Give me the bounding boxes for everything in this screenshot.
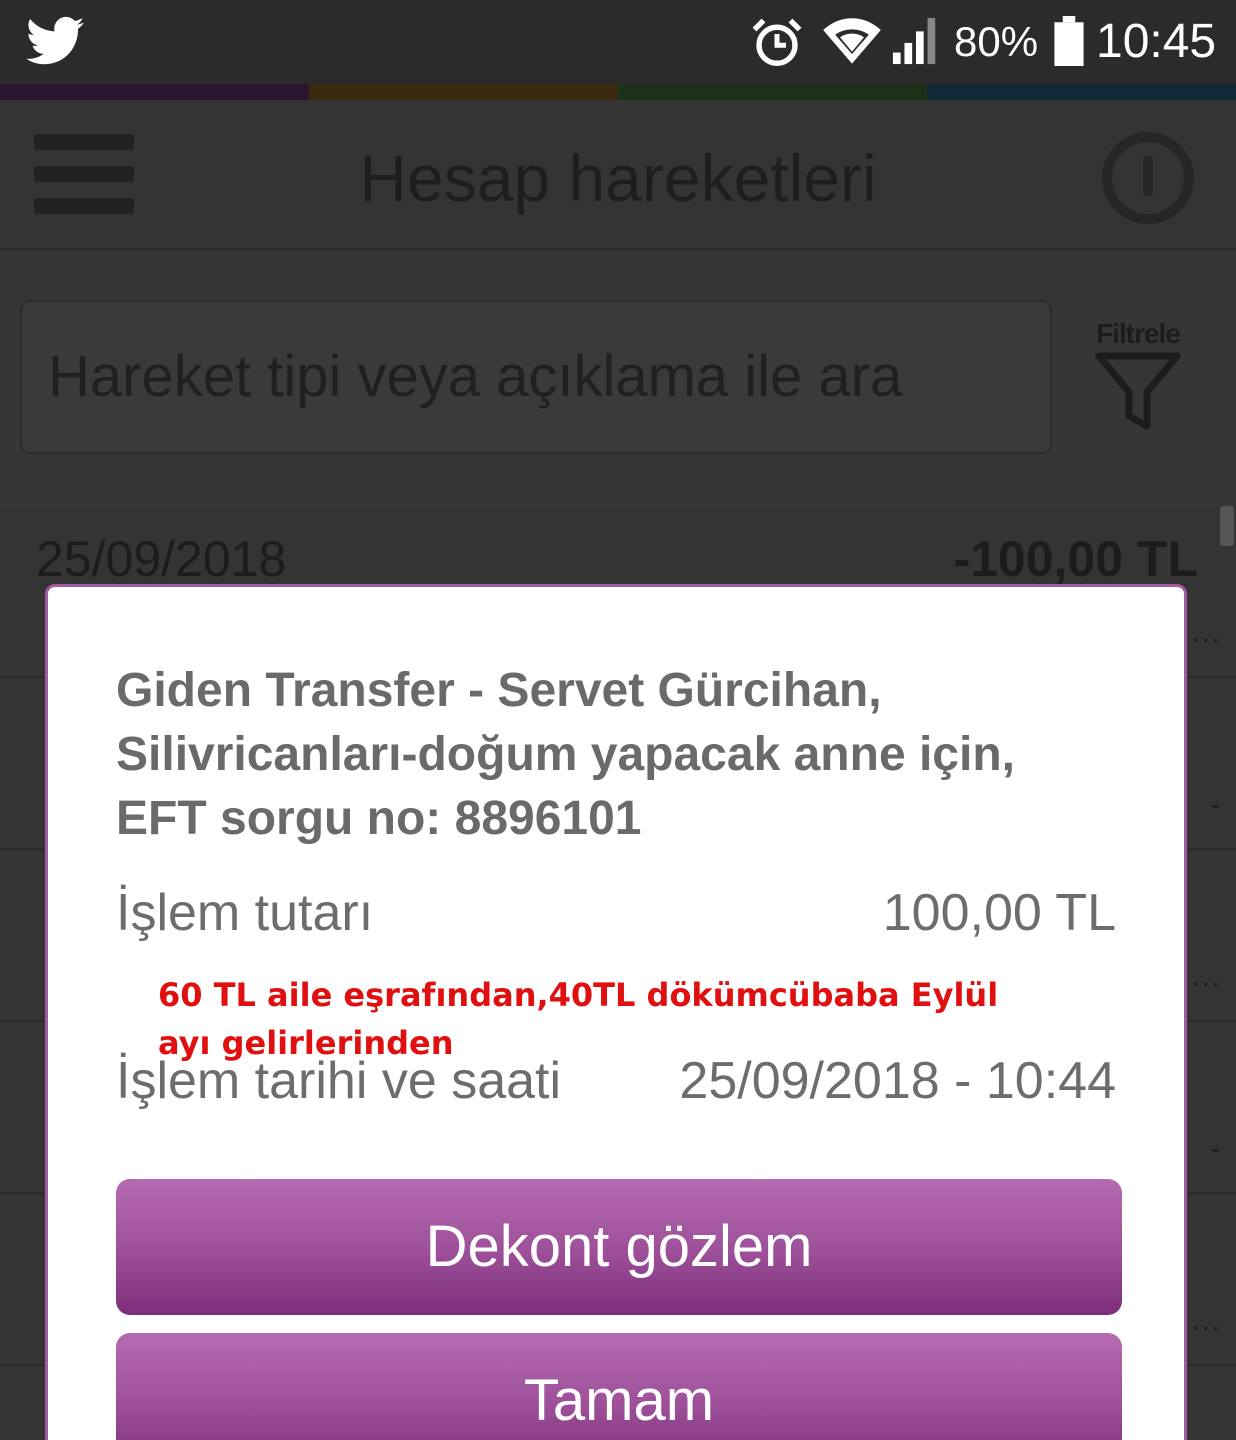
filter-label: Filtrele <box>1096 318 1181 349</box>
clock: 10:45 <box>1096 15 1217 68</box>
search-input[interactable] <box>20 300 1052 454</box>
ellipsis-icon: ... <box>1190 960 1222 993</box>
transaction-detail-dialog: Giden Transfer - Servet Gürcihan, Silivr… <box>45 584 1187 1440</box>
scrollbar-thumb[interactable] <box>1220 506 1234 546</box>
filter-button[interactable]: Filtrele <box>1088 318 1188 438</box>
twitter-icon <box>26 16 84 65</box>
stripe-segment <box>927 84 1236 100</box>
ellipsis-icon: ... <box>1190 616 1222 649</box>
date-time-value: 25/09/2018 - 10:44 <box>679 1052 1116 1110</box>
battery-icon <box>1054 16 1084 66</box>
dialog-title: Giden Transfer - Servet Gürcihan, Silivr… <box>116 664 1015 845</box>
stripe-segment <box>618 84 927 100</box>
logout-power-icon[interactable] <box>1102 132 1194 224</box>
transaction-date: 25/09/2018 <box>36 531 287 587</box>
stripe-segment <box>309 84 618 100</box>
amount-label: İşlem tutarı <box>116 884 374 942</box>
screen: 80% 10:45 Hesap hareketleri Filtrele <box>0 0 1236 1440</box>
stripe-segment <box>0 84 309 100</box>
ellipsis-icon: - <box>1210 1132 1222 1165</box>
filter-funnel-icon <box>1095 352 1181 430</box>
receipt-view-button[interactable]: Dekont gözlem <box>116 1179 1122 1315</box>
ellipsis-icon: - <box>1210 788 1222 821</box>
search-area: Filtrele <box>0 252 1236 506</box>
color-stripe <box>0 84 1236 100</box>
battery-percent: 80% <box>954 18 1039 65</box>
transaction-amount: -100,00 TL <box>953 531 1198 587</box>
signal-icon <box>892 17 936 65</box>
app-header: Hesap hareketleri <box>0 100 1236 250</box>
page-title: Hesap hareketleri <box>359 141 877 215</box>
ok-button[interactable]: Tamam <box>116 1333 1122 1440</box>
ellipsis-icon: ... <box>1190 1304 1222 1337</box>
wifi-icon <box>823 18 881 64</box>
amount-value: 100,00 TL <box>882 884 1116 942</box>
date-time-label: İşlem tarihi ve saati <box>116 1052 562 1110</box>
status-bar: 80% 10:45 <box>0 0 1236 84</box>
alarm-icon <box>752 18 802 66</box>
